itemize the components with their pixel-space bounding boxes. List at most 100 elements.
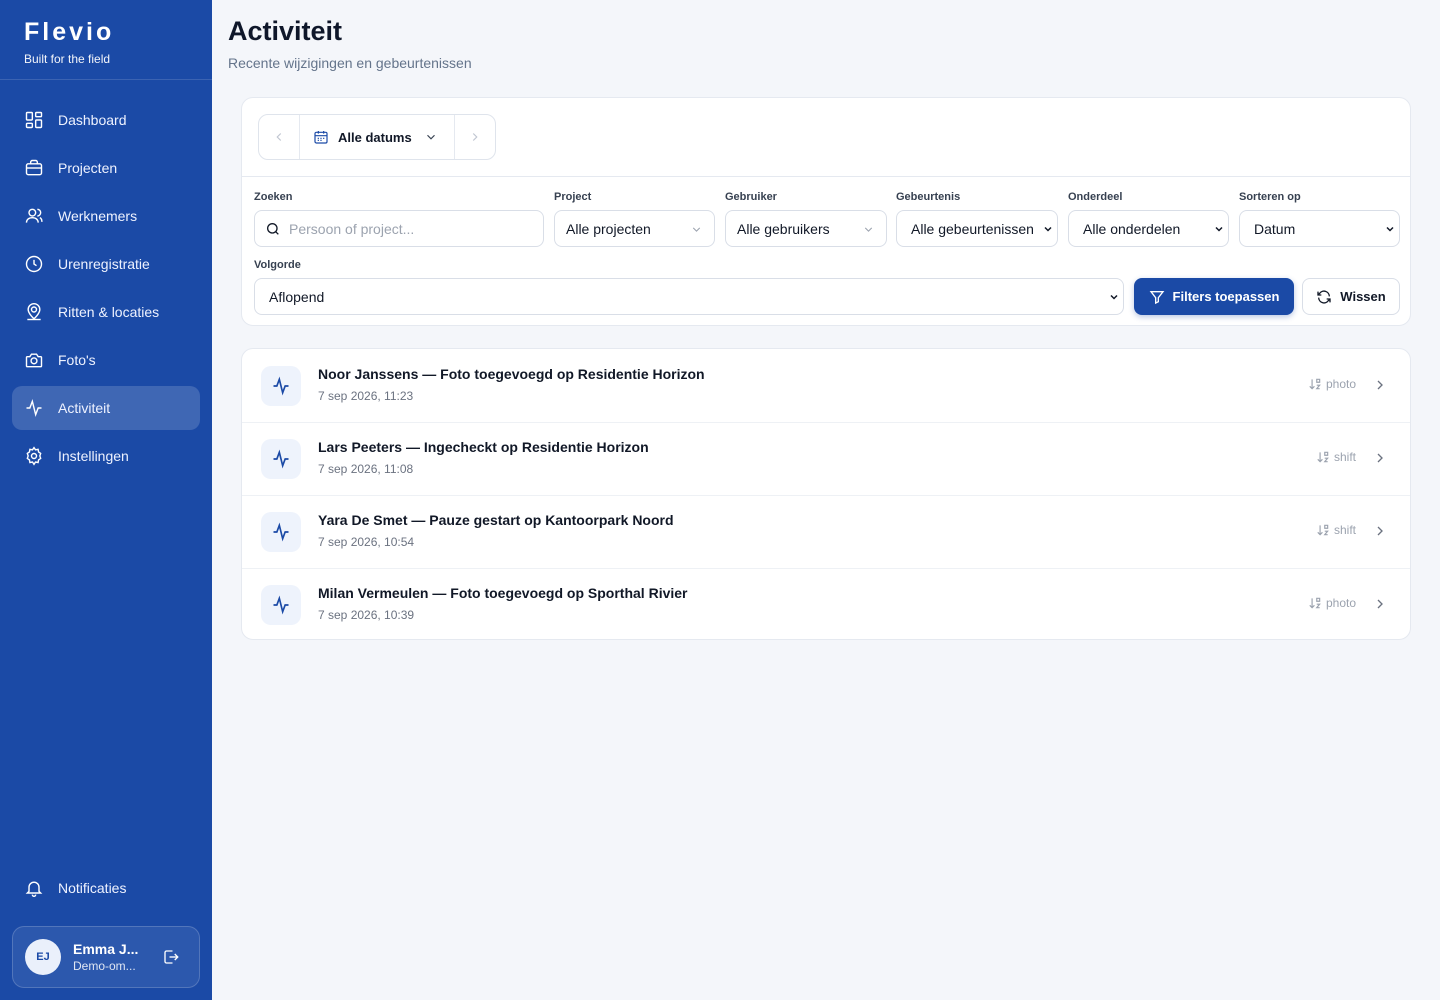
apply-filters-button[interactable]: Filters toepassen	[1134, 278, 1294, 315]
brand: Flevio Built for the field	[0, 0, 212, 80]
activity-type-label: shift	[1333, 450, 1356, 464]
activity-time: 7 sep 2026, 11:08	[318, 462, 414, 476]
sidebar-item-notificaties[interactable]: Notificaties	[12, 866, 200, 910]
previous-date-button[interactable]	[259, 115, 300, 159]
chevron-down-icon	[1386, 226, 1394, 232]
sidebar-item-werknemers[interactable]: Werknemers	[12, 194, 200, 238]
activity-row[interactable]: Noor Janssens — Foto toegevoegd op Resid…	[242, 349, 1410, 422]
user-select[interactable]: Alle gebruikers	[725, 210, 887, 247]
search-label: Zoeken	[254, 191, 293, 203]
activity-time: 7 sep 2026, 11:23	[318, 389, 414, 403]
activity-type: photo	[1308, 596, 1356, 610]
apply-filters-label: Filters toepassen	[1172, 289, 1280, 304]
app-logo[interactable]: Flevio	[24, 18, 188, 46]
project-label: Project	[554, 191, 592, 203]
chevron-down-icon	[1215, 226, 1223, 232]
calendar-icon	[314, 131, 328, 144]
date-navigator: Alle datums	[258, 114, 496, 160]
sidebar-item-label: Ritten & locaties	[58, 304, 160, 320]
activity-title: Milan Vermeulen — Foto toegevoegd op Spo…	[318, 585, 688, 601]
event-label: Gebeurtenis	[896, 191, 961, 203]
sidebar: Flevio Built for the field Dashboard Pro…	[0, 0, 212, 1000]
map-pin-icon	[27, 302, 41, 321]
order-select[interactable]: Aflopend	[254, 278, 1124, 315]
chevron-right-icon	[1377, 526, 1383, 536]
user-filter-label: Gebruiker	[725, 191, 777, 203]
activity-type-label: shift	[1333, 523, 1356, 537]
sort-select[interactable]: Datum	[1239, 210, 1400, 247]
sidebar-item-label: Projecten	[58, 160, 118, 176]
sidebar-item-label: Foto's	[58, 352, 96, 368]
chevron-right-icon	[472, 133, 478, 141]
page-title: Activiteit	[228, 16, 343, 46]
gear-icon	[26, 446, 42, 466]
activity-time: 7 sep 2026, 10:54	[318, 535, 415, 549]
user-info: Emma J... Demo-om...	[73, 941, 149, 973]
event-select-value: Alle gebeurtenissen	[911, 220, 1034, 237]
sidebar-item-projecten[interactable]: Projecten	[12, 146, 200, 190]
sidebar-item-label: Instellingen	[58, 448, 129, 464]
dashboard-icon	[25, 111, 43, 129]
search-placeholder: Persoon of project...	[289, 220, 415, 237]
filter-icon	[1149, 290, 1164, 304]
order-label: Volgorde	[254, 259, 301, 271]
activity-icon	[261, 585, 301, 625]
date-range-label: Alle datums	[338, 129, 412, 145]
sidebar-item-label: Activiteit	[58, 400, 111, 416]
sort-label: Sorteren op	[1239, 191, 1301, 203]
sidebar-bottom: Notificaties	[12, 866, 200, 914]
sidebar-item-activiteit[interactable]: Activiteit	[12, 386, 200, 430]
sidebar-item-ritten[interactable]: Ritten & locaties	[12, 290, 200, 334]
activity-icon	[26, 398, 42, 418]
project-select[interactable]: Alle projecten	[554, 210, 715, 247]
activity-time: 7 sep 2026, 10:39	[318, 608, 415, 622]
filter-panel: Alle datums Zoeken Project Gebruiker Geb…	[241, 97, 1411, 326]
activity-type-label: photo	[1325, 377, 1356, 391]
refresh-icon	[1317, 289, 1331, 304]
date-range-picker[interactable]: Alle datums	[300, 115, 454, 159]
activity-row[interactable]: Yara De Smet — Pauze gestart op Kantoorp…	[242, 495, 1410, 568]
activity-list: Noor Janssens — Foto toegevoegd op Resid…	[241, 348, 1411, 640]
section-select-value: Alle onderdelen	[1083, 220, 1181, 237]
sort-arrows-icon	[1309, 597, 1321, 609]
chevron-right-icon	[1377, 599, 1383, 609]
user-org: Demo-om...	[73, 959, 136, 973]
clear-filters-button[interactable]: Wissen	[1302, 278, 1400, 315]
activity-type: photo	[1308, 377, 1356, 391]
sidebar-item-label: Dashboard	[58, 112, 127, 128]
next-date-button[interactable]	[454, 115, 495, 159]
user-select-value: Alle gebruikers	[737, 220, 830, 237]
activity-icon	[261, 512, 301, 552]
sidebar-item-urenregistratie[interactable]: Urenregistratie	[12, 242, 200, 286]
sidebar-item-instellingen[interactable]: Instellingen	[12, 434, 200, 478]
sidebar-item-fotos[interactable]: Foto's	[12, 338, 200, 382]
activity-type: shift	[1316, 523, 1356, 537]
sidebar-item-label: Werknemers	[58, 208, 138, 224]
logout-button[interactable]	[159, 945, 183, 969]
search-input[interactable]: Persoon of project...	[254, 210, 544, 247]
user-name: Emma J...	[73, 941, 139, 957]
chevron-down-icon	[864, 227, 873, 232]
sort-arrows-icon	[1317, 524, 1329, 536]
users-icon	[25, 208, 43, 223]
sidebar-item-dashboard[interactable]: Dashboard	[12, 98, 200, 142]
order-select-value: Aflopend	[269, 288, 325, 305]
sort-arrows-icon	[1309, 378, 1321, 390]
activity-row[interactable]: Lars Peeters — Ingecheckt op Residentie …	[242, 422, 1410, 495]
chevron-down-icon	[1110, 294, 1118, 300]
chevron-down-icon	[1044, 226, 1052, 232]
event-select[interactable]: Alle gebeurtenissen	[896, 210, 1058, 247]
section-select[interactable]: Alle onderdelen	[1068, 210, 1229, 247]
divider	[242, 176, 1410, 177]
chevron-left-icon	[276, 133, 282, 141]
sidebar-item-label: Notificaties	[58, 880, 127, 896]
clear-filters-label: Wissen	[1340, 289, 1386, 304]
app-tagline: Built for the field	[24, 52, 111, 66]
activity-icon	[261, 439, 301, 479]
section-label: Onderdeel	[1068, 191, 1123, 203]
chevron-right-icon	[1377, 453, 1383, 463]
avatar: EJ	[25, 939, 61, 975]
activity-row[interactable]: Milan Vermeulen — Foto toegevoegd op Spo…	[242, 568, 1410, 639]
logout-icon	[164, 950, 179, 964]
user-card[interactable]: EJ Emma J... Demo-om...	[12, 926, 200, 988]
